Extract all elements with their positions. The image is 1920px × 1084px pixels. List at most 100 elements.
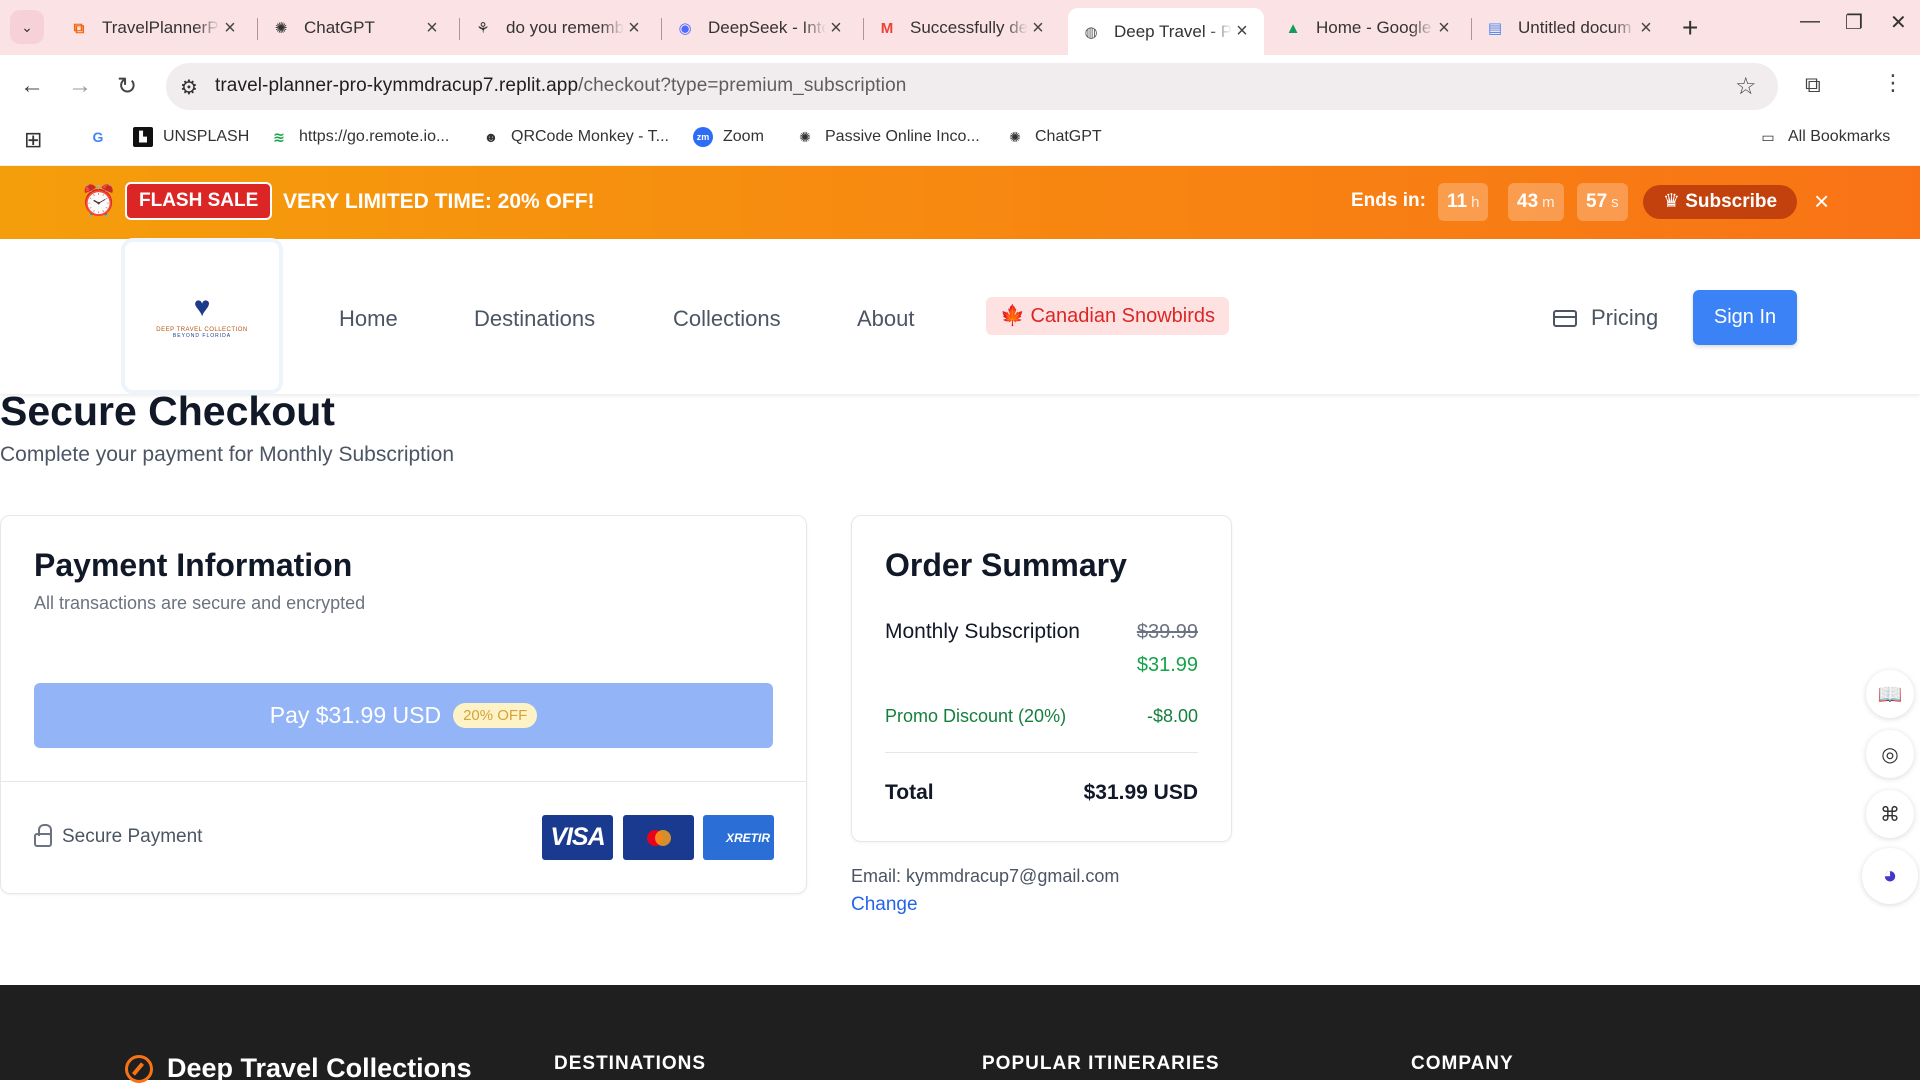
- chatgpt-icon: ✺: [274, 20, 288, 37]
- total-value: $31.99 USD: [1083, 781, 1198, 804]
- tab-deep-travel[interactable]: ◍ Deep Travel - Pr ×: [1068, 8, 1264, 55]
- bookmark-remote[interactable]: ≋ https://go.remote.io...: [269, 127, 449, 147]
- lock-icon: [34, 824, 52, 847]
- globe-icon: ◍: [1084, 23, 1098, 41]
- reading-mode-icon[interactable]: 📖: [1866, 670, 1914, 718]
- google-docs-icon: ▤: [1487, 20, 1503, 37]
- forward-icon[interactable]: →: [68, 72, 92, 100]
- restore-icon[interactable]: ❐: [1845, 10, 1863, 35]
- tab-title: Successfully de: [910, 18, 1028, 37]
- bookmark-qrcode-monkey[interactable]: ☻ QRCode Monkey - T...: [481, 127, 669, 147]
- alarm-clock-icon: ⏰: [80, 185, 118, 218]
- ends-in-label: Ends in:: [1351, 190, 1426, 211]
- tab-title: TravelPlannerPro: [102, 18, 220, 37]
- close-icon[interactable]: ×: [1636, 17, 1656, 40]
- app-icon: ⚘: [476, 20, 490, 37]
- close-banner-icon[interactable]: ×: [1814, 186, 1829, 217]
- total-label: Total: [885, 781, 934, 804]
- site-logo[interactable]: ♥ DEEP TRAVEL COLLECTION BEYOND FLORIDA: [125, 242, 279, 390]
- chatgpt-icon: ✺: [1009, 128, 1021, 145]
- subscribe-label: Subscribe: [1685, 191, 1778, 212]
- credit-card-icon: [1553, 309, 1577, 327]
- crown-icon: ♛: [1662, 191, 1680, 212]
- google-icon: G: [92, 129, 104, 145]
- close-icon[interactable]: ×: [1028, 17, 1048, 40]
- nav-home[interactable]: Home: [339, 306, 398, 332]
- unsplash-icon: ▙: [133, 127, 153, 147]
- subscribe-button[interactable]: ♛ Subscribe: [1643, 185, 1797, 219]
- change-email-link[interactable]: Change: [851, 894, 918, 916]
- more-options-icon[interactable]: ⋮: [1882, 70, 1904, 96]
- url-host: travel-planner-pro-kymmdracup7.replit.ap…: [215, 75, 579, 96]
- bookmark-zoom[interactable]: zm Zoom: [693, 127, 764, 147]
- tab-do-you-remember[interactable]: ⚘ do you remember ×: [460, 8, 656, 48]
- folder-icon: ▭: [1761, 128, 1775, 145]
- close-icon[interactable]: ×: [826, 17, 846, 40]
- close-icon[interactable]: ×: [220, 17, 240, 40]
- nav-collections[interactable]: Collections: [673, 306, 781, 332]
- reload-icon[interactable]: ↻: [117, 72, 137, 101]
- pricing-label: Pricing: [1591, 305, 1659, 330]
- countdown-seconds-unit: s: [1611, 194, 1619, 211]
- countdown-minutes-value: 43: [1517, 191, 1539, 212]
- tab-google-docs[interactable]: ▤ Untitled docum ×: [1472, 8, 1668, 48]
- tab-title: ChatGPT: [304, 18, 375, 37]
- nav-canadian-snowbirds[interactable]: 🍁 Canadian Snowbirds: [986, 297, 1230, 335]
- discounted-price: $31.99: [1136, 654, 1198, 676]
- payment-title: Payment Information: [34, 547, 353, 583]
- pay-button[interactable]: Pay $31.99 USD 20% OFF: [34, 683, 773, 748]
- minimize-icon[interactable]: —: [1800, 10, 1820, 33]
- countdown-hours-unit: h: [1471, 194, 1480, 211]
- bookmark-label: https://go.remote.io...: [299, 128, 450, 145]
- all-bookmarks-label: All Bookmarks: [1788, 128, 1891, 145]
- chatgpt-icon: ✺: [799, 128, 811, 145]
- bookmark-star-icon[interactable]: ☆: [1735, 72, 1757, 101]
- visa-card-logo: VISA: [542, 815, 613, 860]
- close-window-icon[interactable]: ✕: [1890, 10, 1907, 35]
- footer-brand[interactable]: Deep Travel Collections: [125, 1053, 472, 1084]
- footer-heading-itineraries: POPULAR ITINERARIES: [982, 1053, 1220, 1074]
- all-bookmarks[interactable]: ▭ All Bookmarks: [1758, 127, 1890, 147]
- url-text[interactable]: travel-planner-pro-kymmdracup7.replit.ap…: [215, 75, 906, 97]
- bookmark-chatgpt[interactable]: ✺ ChatGPT: [1005, 127, 1102, 147]
- tab-title: Untitled docum: [1518, 18, 1632, 37]
- broadcast-icon[interactable]: ◎: [1866, 730, 1914, 778]
- extensions-icon[interactable]: ⧉: [1805, 72, 1821, 98]
- tab-search-button[interactable]: ⌄: [10, 10, 44, 44]
- close-icon[interactable]: ×: [1434, 17, 1454, 40]
- bookmark-google[interactable]: G: [88, 127, 118, 147]
- nav-destinations[interactable]: Destinations: [474, 306, 595, 332]
- divider: [885, 752, 1198, 753]
- zoom-icon: zm: [693, 127, 713, 147]
- tab-travelplannerpro[interactable]: ⧉ TravelPlannerPro ×: [56, 8, 252, 48]
- bookmark-label: UNSPLASH: [163, 128, 250, 145]
- bookmark-label: Passive Online Inco...: [825, 128, 980, 145]
- tab-chatgpt[interactable]: ✺ ChatGPT ×: [258, 8, 454, 48]
- page-subtitle: Complete your payment for Monthly Subscr…: [0, 443, 455, 466]
- nav-pricing[interactable]: Pricing: [1553, 305, 1658, 331]
- sign-in-button[interactable]: Sign In: [1693, 290, 1797, 345]
- gmail-icon: M: [880, 19, 894, 37]
- nav-about[interactable]: About: [857, 306, 915, 332]
- tab-gmail[interactable]: M Successfully de ×: [864, 8, 1060, 48]
- deepseek-icon: ◉: [678, 20, 692, 37]
- footer-brand-label: Deep Travel Collections: [167, 1053, 472, 1083]
- promo-discount-value: -$8.00: [1146, 706, 1198, 726]
- back-icon[interactable]: ←: [20, 72, 44, 100]
- assistant-icon[interactable]: ◕: [1862, 848, 1918, 904]
- site-settings-icon[interactable]: ⚙: [180, 75, 198, 100]
- new-tab-button[interactable]: +: [1682, 12, 1698, 44]
- close-icon[interactable]: ×: [1232, 20, 1252, 43]
- tab-google-drive[interactable]: ▲ Home - Google ×: [1270, 8, 1466, 48]
- bookmark-label: QRCode Monkey - T...: [511, 128, 669, 145]
- bookmark-unsplash[interactable]: ▙ UNSPLASH: [133, 127, 249, 147]
- command-icon[interactable]: ⌘: [1866, 790, 1914, 838]
- bookmark-passive-online[interactable]: ✺ Passive Online Inco...: [795, 127, 980, 147]
- compass-icon: [125, 1054, 153, 1083]
- logo-line2: BEYOND FLORIDA: [172, 333, 232, 339]
- close-icon[interactable]: ×: [624, 17, 644, 40]
- tab-deepseek[interactable]: ◉ DeepSeek - Into ×: [662, 8, 858, 48]
- replit-icon: ⧉: [73, 19, 85, 37]
- close-icon[interactable]: ×: [422, 17, 442, 40]
- apps-grid-icon[interactable]: ⊞: [24, 127, 42, 153]
